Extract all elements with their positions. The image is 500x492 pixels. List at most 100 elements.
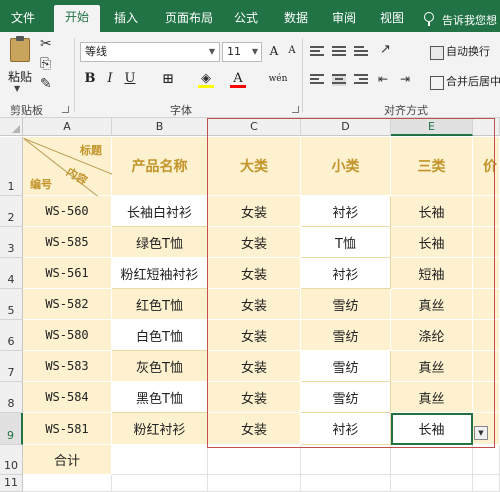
column-header-e[interactable]: E	[391, 118, 473, 136]
row-header-8[interactable]: 8	[0, 382, 23, 413]
table-cell[interactable]	[301, 445, 391, 475]
table-cell[interactable]: 衬衫	[301, 258, 391, 289]
table-cell[interactable]: WS-583	[23, 351, 112, 382]
tab-page-layout[interactable]: 页面布局	[158, 6, 220, 32]
table-cell[interactable]: 女装	[208, 289, 301, 320]
table-cell[interactable]: 真丝	[391, 289, 473, 320]
tab-file[interactable]: 文件	[6, 6, 40, 32]
underline-button[interactable]: U	[122, 70, 138, 88]
merge-center-button[interactable]: 合并后居中	[430, 72, 500, 92]
lightbulb-icon[interactable]	[424, 12, 434, 26]
table-cell[interactable]: 粉红衬衫	[112, 413, 208, 445]
column-header-d[interactable]: D	[301, 118, 391, 136]
table-cell[interactable]: 女装	[208, 258, 301, 289]
decrease-indent-icon[interactable]: ⇤	[378, 72, 388, 86]
table-cell[interactable]: WS-585	[23, 227, 112, 258]
row-header-11[interactable]: 11	[0, 475, 23, 492]
phonetic-guide-button[interactable]: wén	[264, 70, 292, 88]
paste-icon[interactable]	[10, 36, 30, 62]
table-cell[interactable]: 雪纺	[301, 382, 391, 413]
orientation-icon[interactable]: ↗	[380, 42, 391, 57]
table-cell[interactable]: 涤纶	[391, 320, 473, 351]
table-cell[interactable]: 灰色T恤	[112, 351, 208, 382]
tab-review[interactable]: 审阅	[326, 6, 362, 32]
header-product-name[interactable]: 产品名称	[112, 137, 208, 196]
table-cell[interactable]	[473, 351, 500, 382]
table-cell[interactable]	[473, 445, 500, 475]
font-size-select[interactable]: 11 ▼	[222, 42, 262, 62]
table-cell[interactable]: WS-580	[23, 320, 112, 351]
wrap-text-button[interactable]: 自动换行	[430, 42, 490, 62]
chevron-down-icon[interactable]: ▼	[14, 84, 20, 93]
table-cell[interactable]: 真丝	[391, 382, 473, 413]
align-top-icon[interactable]	[310, 46, 324, 58]
increase-font-icon[interactable]: A	[266, 42, 282, 60]
tell-me-box[interactable]: 告诉我您想	[442, 12, 497, 28]
font-launcher-icon[interactable]	[292, 106, 299, 113]
format-painter-icon[interactable]: ✎	[40, 76, 52, 92]
row-header-10[interactable]: 10	[0, 445, 23, 475]
table-cell[interactable]: 长袖	[391, 413, 473, 445]
table-cell[interactable]: 女装	[208, 413, 301, 445]
font-name-select[interactable]: 等线 ▼	[80, 42, 220, 62]
row-header-4[interactable]: 4	[0, 258, 23, 289]
copy-icon[interactable]: ⎘	[40, 56, 51, 72]
table-cell[interactable]: 雪纺	[301, 320, 391, 351]
table-cell[interactable]: WS-584	[23, 382, 112, 413]
table-cell[interactable]	[208, 475, 301, 492]
table-cell[interactable]	[301, 475, 391, 492]
table-cell[interactable]: 衬衫	[301, 196, 391, 227]
table-cell[interactable]	[473, 227, 500, 258]
table-cell[interactable]: 女装	[208, 227, 301, 258]
table-cell[interactable]	[391, 475, 473, 492]
table-cell[interactable]: 绿色T恤	[112, 227, 208, 258]
table-cell[interactable]	[473, 320, 500, 351]
table-cell[interactable]: 短袖	[391, 258, 473, 289]
italic-button[interactable]: I	[102, 70, 118, 88]
table-cell[interactable]	[112, 445, 208, 475]
table-cell[interactable]: 雪纺	[301, 289, 391, 320]
table-cell[interactable]: WS-582	[23, 289, 112, 320]
column-header-c[interactable]: C	[208, 118, 301, 136]
select-all-corner[interactable]	[0, 118, 23, 136]
row-header-1[interactable]: 1	[0, 137, 23, 196]
table-cell[interactable]: WS-561	[23, 258, 112, 289]
table-cell[interactable]: 衬衫	[301, 413, 391, 445]
table-cell[interactable]: 白色T恤	[112, 320, 208, 351]
table-cell[interactable]: 长袖	[391, 227, 473, 258]
total-label-cell[interactable]: 合计	[23, 445, 112, 475]
column-header-a[interactable]: A	[23, 118, 112, 136]
align-right-icon[interactable]	[354, 74, 368, 86]
fill-color-icon[interactable]: ◈	[198, 70, 214, 88]
header-category[interactable]: 大类	[208, 137, 301, 196]
column-header-f[interactable]	[473, 118, 500, 136]
align-bottom-icon[interactable]	[354, 46, 368, 58]
tab-insert[interactable]: 插入	[108, 6, 144, 32]
table-cell[interactable]: 女装	[208, 320, 301, 351]
row-header-3[interactable]: 3	[0, 227, 23, 258]
tab-data[interactable]: 数据	[278, 6, 314, 32]
table-cell[interactable]: 粉红短袖衬衫	[112, 258, 208, 289]
row-header-2[interactable]: 2	[0, 196, 23, 227]
table-cell[interactable]: 真丝	[391, 351, 473, 382]
paste-button[interactable]: 粘贴	[8, 68, 32, 85]
header-price[interactable]: 价	[473, 137, 500, 196]
table-cell[interactable]: 黑色T恤	[112, 382, 208, 413]
tab-view[interactable]: 视图	[374, 6, 410, 32]
row-header-5[interactable]: 5	[0, 289, 23, 320]
row-header-7[interactable]: 7	[0, 351, 23, 382]
increase-indent-icon[interactable]: ⇥	[400, 72, 410, 86]
align-center-icon[interactable]	[332, 74, 346, 86]
table-cell[interactable]: 雪纺	[301, 351, 391, 382]
table-cell[interactable]	[473, 258, 500, 289]
table-cell[interactable]	[473, 196, 500, 227]
table-cell[interactable]	[473, 382, 500, 413]
bold-button[interactable]: B	[82, 70, 98, 88]
header-subcategory[interactable]: 小类	[301, 137, 391, 196]
table-cell[interactable]: T恤	[301, 227, 391, 258]
align-middle-icon[interactable]	[332, 46, 346, 58]
row-header-6[interactable]: 6	[0, 320, 23, 351]
table-cell[interactable]: 长袖	[391, 196, 473, 227]
table-cell[interactable]: 长袖白衬衫	[112, 196, 208, 227]
table-cell[interactable]	[391, 445, 473, 475]
